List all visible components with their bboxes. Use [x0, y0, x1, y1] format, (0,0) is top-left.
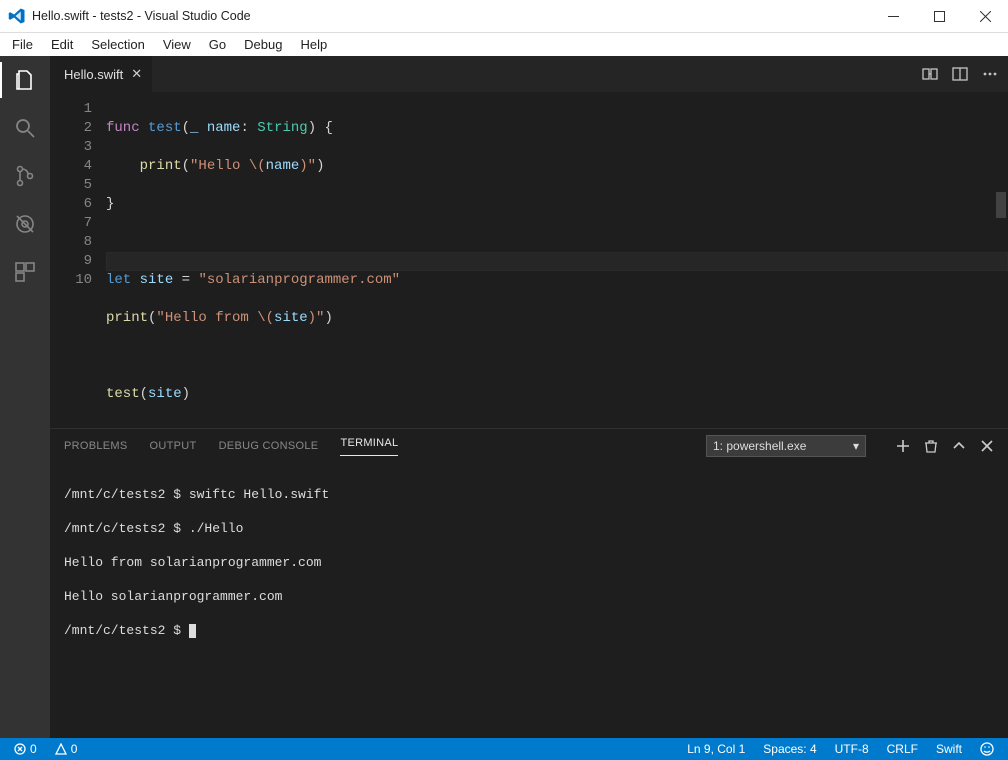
panel-tab-output[interactable]: OUTPUT [150, 440, 197, 452]
tab-close-icon[interactable]: ✕ [131, 66, 142, 82]
terminal-line: Hello from solarianprogrammer.com [64, 554, 994, 571]
terminal-line: /mnt/c/tests2 $ [64, 623, 189, 638]
status-warnings[interactable]: 0 [51, 742, 82, 756]
status-indent[interactable]: Spaces: 4 [759, 742, 820, 756]
menu-selection[interactable]: Selection [83, 35, 152, 54]
split-editor-icon[interactable] [952, 66, 968, 82]
editor-tabs: Hello.swift ✕ [50, 56, 1008, 92]
menu-file[interactable]: File [4, 35, 41, 54]
window-title: Hello.swift - tests2 - Visual Studio Cod… [32, 9, 251, 23]
maximize-panel-icon[interactable] [952, 439, 966, 453]
terminal-selector[interactable]: 1: powershell.exe ▾ [706, 435, 866, 457]
error-icon [14, 743, 26, 755]
vscode-app-icon [0, 7, 26, 25]
activity-explorer-icon[interactable] [11, 66, 39, 94]
activity-bar [0, 56, 50, 738]
window-titlebar: Hello.swift - tests2 - Visual Studio Cod… [0, 0, 1008, 33]
status-bar: 0 0 Ln 9, Col 1 Spaces: 4 UTF-8 CRLF Swi… [0, 738, 1008, 760]
terminal-cursor [189, 624, 196, 638]
status-errors[interactable]: 0 [10, 742, 41, 756]
status-language[interactable]: Swift [932, 742, 966, 756]
code-editor[interactable]: 1 2 3 4 5 6 7 8 9 10 func test(_ name: S… [50, 92, 1008, 428]
tab-label: Hello.swift [64, 67, 123, 82]
editor-tab-hello-swift[interactable]: Hello.swift ✕ [50, 56, 153, 92]
panel-tab-bar: PROBLEMS OUTPUT DEBUG CONSOLE TERMINAL 1… [50, 429, 1008, 463]
chevron-down-icon: ▾ [853, 439, 859, 453]
menu-debug[interactable]: Debug [236, 35, 290, 54]
terminal-line: /mnt/c/tests2 $ swiftc Hello.swift [64, 486, 994, 503]
line-number-gutter: 1 2 3 4 5 6 7 8 9 10 [50, 92, 106, 428]
menu-go[interactable]: Go [201, 35, 234, 54]
compare-changes-icon[interactable] [922, 66, 938, 82]
terminal-selector-value: 1: powershell.exe [713, 439, 806, 453]
status-eol[interactable]: CRLF [883, 742, 922, 756]
kill-terminal-icon[interactable] [924, 439, 938, 453]
editor-scrollbar-thumb[interactable] [996, 192, 1006, 218]
status-cursor-position[interactable]: Ln 9, Col 1 [683, 742, 749, 756]
panel-tab-problems[interactable]: PROBLEMS [64, 440, 128, 452]
status-feedback-icon[interactable] [976, 742, 998, 756]
code-content[interactable]: func test(_ name: String) { print("Hello… [106, 92, 1008, 428]
menu-edit[interactable]: Edit [43, 35, 81, 54]
close-panel-icon[interactable] [980, 439, 994, 453]
terminal-line: /mnt/c/tests2 $ ./Hello [64, 520, 994, 537]
panel-tab-debug-console[interactable]: DEBUG CONSOLE [219, 440, 319, 452]
more-actions-icon[interactable] [982, 66, 998, 82]
window-maximize-button[interactable] [916, 0, 962, 33]
window-close-button[interactable] [962, 0, 1008, 33]
activity-debug-icon[interactable] [11, 210, 39, 238]
warning-icon [55, 743, 67, 755]
activity-search-icon[interactable] [11, 114, 39, 142]
terminal-line: Hello solarianprogrammer.com [64, 588, 994, 605]
bottom-panel: PROBLEMS OUTPUT DEBUG CONSOLE TERMINAL 1… [50, 428, 1008, 738]
activity-extensions-icon[interactable] [11, 258, 39, 286]
terminal[interactable]: /mnt/c/tests2 $ swiftc Hello.swift /mnt/… [50, 463, 1008, 738]
panel-tab-terminal[interactable]: TERMINAL [340, 437, 398, 456]
activity-source-control-icon[interactable] [11, 162, 39, 190]
new-terminal-icon[interactable] [896, 439, 910, 453]
menu-help[interactable]: Help [292, 35, 335, 54]
window-minimize-button[interactable] [870, 0, 916, 33]
menu-view[interactable]: View [155, 35, 199, 54]
status-encoding[interactable]: UTF-8 [831, 742, 873, 756]
menubar: File Edit Selection View Go Debug Help [0, 33, 1008, 56]
